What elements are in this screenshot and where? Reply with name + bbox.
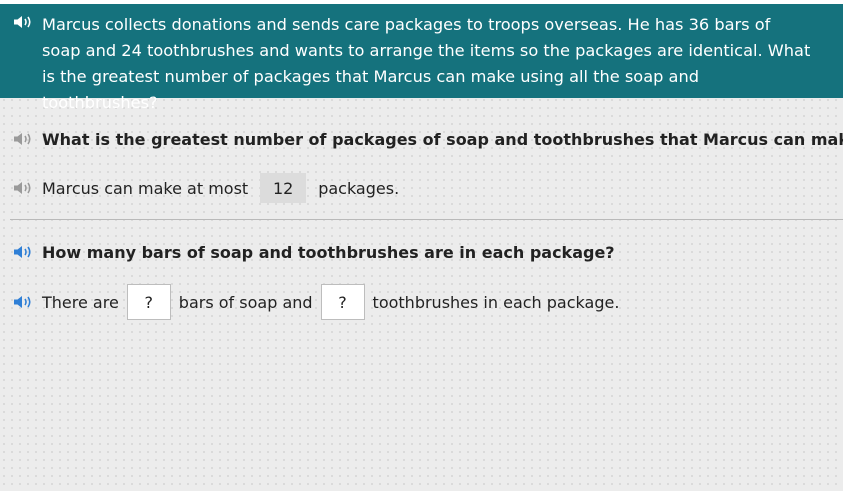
answer-row-2: There are ? bars of soap and ? toothbrus… <box>0 284 843 320</box>
question-row-2: How many bars of soap and toothbrushes a… <box>0 237 843 267</box>
prompt-text: Marcus collects donations and sends care… <box>42 15 811 112</box>
sentence-suffix: toothbrushes in each package. <box>372 292 620 312</box>
question-text-2: How many bars of soap and toothbrushes a… <box>42 242 615 262</box>
toothbrush-count-input[interactable]: ? <box>320 284 365 320</box>
speaker-icon[interactable] <box>12 131 34 147</box>
speaker-icon[interactable] <box>12 294 34 310</box>
soap-count-input[interactable]: ? <box>126 284 171 320</box>
question-text-1: What is the greatest number of packages … <box>42 129 843 149</box>
sentence-middle: bars of soap and <box>178 292 313 312</box>
sentence-prefix: There are <box>42 292 119 312</box>
speaker-icon[interactable] <box>12 244 34 260</box>
answer-row-1: Marcus can make at most 12 packages. <box>0 173 843 203</box>
speaker-icon[interactable] <box>12 180 34 196</box>
answer-suffix: packages. <box>318 178 400 198</box>
speaker-icon[interactable] <box>12 14 34 30</box>
section-divider <box>10 219 843 220</box>
answer-prefix: Marcus can make at most <box>42 178 249 198</box>
problem-prompt: Marcus collects donations and sends care… <box>0 4 843 112</box>
answer-value-box: 12 <box>260 173 307 203</box>
question-row-1: What is the greatest number of packages … <box>0 124 843 154</box>
